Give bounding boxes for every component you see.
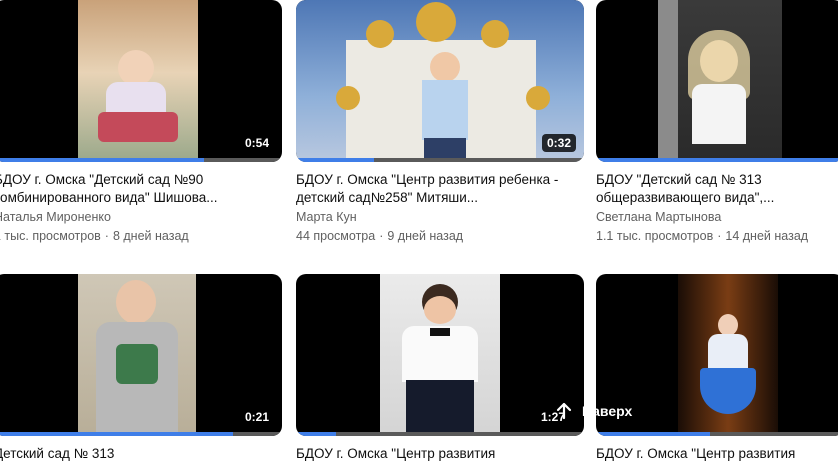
thumbnail-image bbox=[78, 274, 196, 436]
view-count: 44 просмотра bbox=[296, 229, 376, 243]
watch-progress-bar bbox=[0, 158, 205, 162]
video-thumbnail[interactable]: 1:27 bbox=[296, 274, 584, 436]
video-title[interactable]: Детский сад № 313 bbox=[0, 445, 278, 463]
video-duration: 0:21 bbox=[239, 408, 274, 426]
thumbnail-image bbox=[296, 0, 584, 162]
thumbnail-image bbox=[678, 274, 778, 436]
watch-progress-bar bbox=[296, 432, 337, 436]
video-thumbnail[interactable]: 0:21 bbox=[0, 274, 282, 436]
video-title[interactable]: БДОУ г. Омска "Центр развития ребенка - … bbox=[296, 171, 580, 207]
video-title[interactable]: БДОУ г. Омска "Детский сад №90 комбиниро… bbox=[0, 171, 278, 207]
watch-progress-bar bbox=[596, 432, 711, 436]
upload-age: 14 дней назад bbox=[725, 229, 809, 243]
upload-age: 8 дней назад bbox=[112, 229, 189, 243]
video-thumbnail[interactable]: 0:32 bbox=[296, 0, 584, 162]
watch-progress-bar bbox=[296, 158, 374, 162]
video-meta: 44 просмотра · 9 дней назад bbox=[296, 229, 464, 243]
thumbnail-image bbox=[78, 0, 198, 162]
channel-name[interactable]: Светлана Мартынова bbox=[596, 210, 721, 224]
thumbnail-image bbox=[658, 0, 782, 162]
video-meta: 1.1 тыс. просмотров · 14 дней назад bbox=[596, 229, 809, 243]
channel-name[interactable]: Наталья Мироненко bbox=[0, 210, 111, 224]
video-title[interactable]: БДОУ г. Омска "Центр развития bbox=[296, 445, 580, 463]
video-thumbnail[interactable]: 0:54 bbox=[0, 0, 282, 162]
scroll-to-top-button[interactable]: Наверх bbox=[546, 397, 640, 425]
video-title[interactable]: БДОУ г. Омска "Центр развития bbox=[596, 445, 836, 463]
video-duration: 0:32 bbox=[541, 134, 576, 152]
view-count: 1 тыс. просмотров bbox=[0, 229, 101, 243]
video-thumbnail[interactable] bbox=[596, 0, 838, 162]
upload-age: 9 дней назад bbox=[387, 229, 464, 243]
video-meta: 1 тыс. просмотров · 8 дней назад bbox=[0, 229, 189, 243]
video-title[interactable]: БДОУ "Детский сад № 313 общеразвивающего… bbox=[596, 171, 836, 207]
thumbnail-image bbox=[380, 274, 500, 436]
scroll-to-top-label: Наверх bbox=[582, 403, 633, 419]
watch-progress-bar bbox=[0, 432, 234, 436]
channel-name[interactable]: Марта Кун bbox=[296, 210, 357, 224]
watch-progress-bar bbox=[596, 158, 838, 162]
video-duration: 0:54 bbox=[239, 134, 274, 152]
view-count: 1.1 тыс. просмотров bbox=[596, 229, 714, 243]
arrow-up-icon bbox=[554, 401, 574, 421]
